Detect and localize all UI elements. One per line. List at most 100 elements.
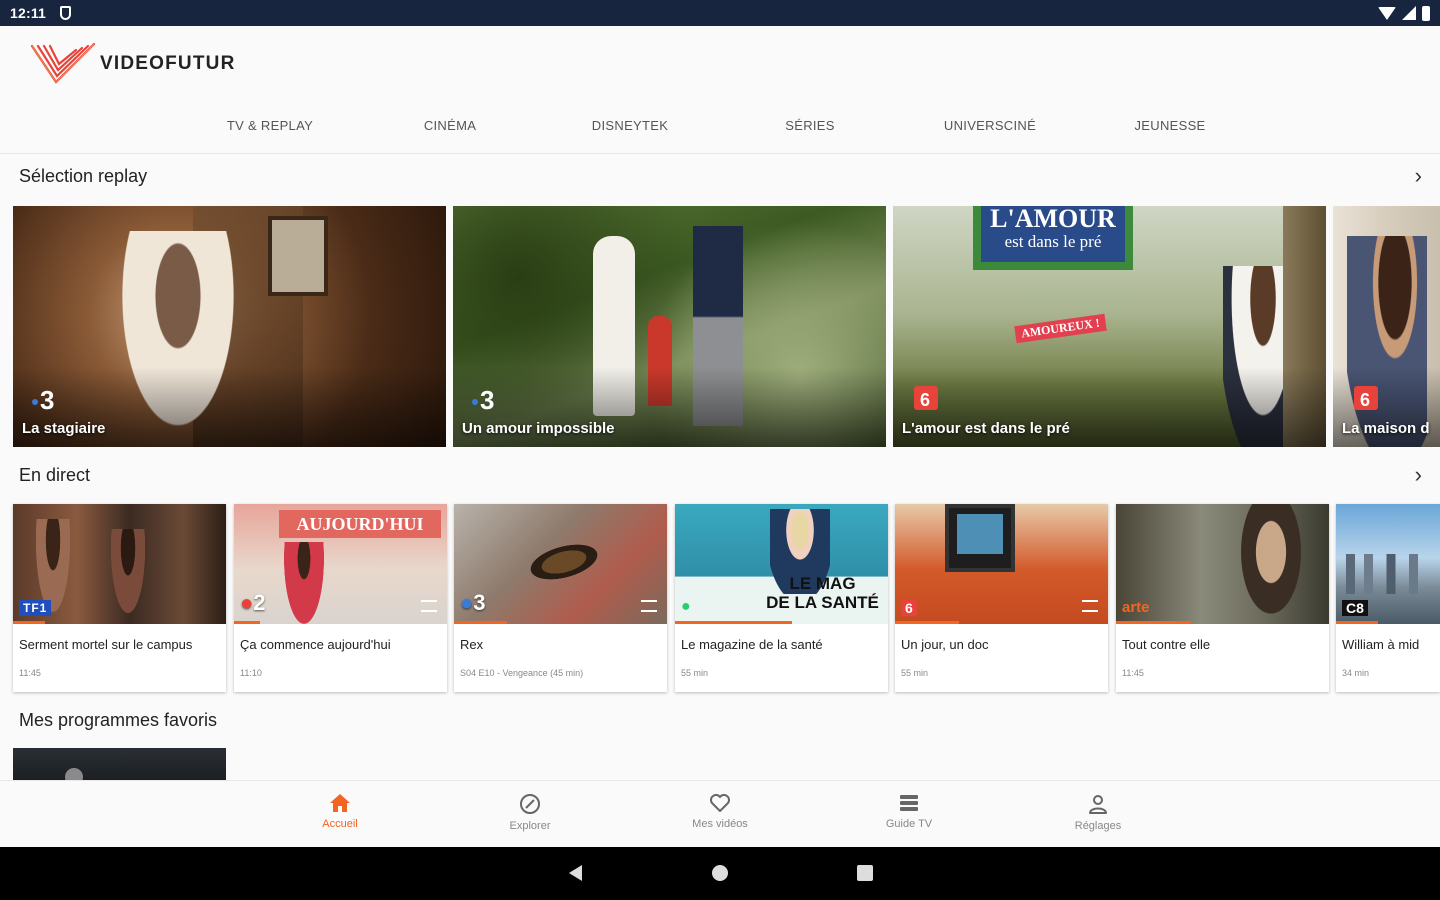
live-subtitle: 34 min xyxy=(1342,668,1370,678)
live-progress-bar xyxy=(1336,621,1378,624)
replay-card[interactable]: 3 La stagiaire xyxy=(13,206,446,447)
recents-icon[interactable] xyxy=(856,863,874,883)
wifi-icon xyxy=(1378,6,1396,20)
heart-icon xyxy=(710,794,730,812)
poster-tagline: AMOUREUX ! xyxy=(1014,313,1107,344)
live-progress-bar xyxy=(13,621,45,624)
svg-text:3: 3 xyxy=(40,385,54,413)
live-title: Le magazine de la santé xyxy=(681,637,823,652)
live-title: Rex xyxy=(460,637,484,652)
svg-text:6: 6 xyxy=(920,390,930,410)
nav-tv-replay[interactable]: TV & REPLAY xyxy=(227,118,313,133)
live-title: Tout contre elle xyxy=(1122,637,1211,652)
replay-title: L'amour est dans le pré xyxy=(902,420,1070,437)
live-card[interactable]: arte Tout contre elle 11:45 xyxy=(1116,504,1329,692)
tab-accueil[interactable]: Accueil xyxy=(280,793,400,830)
svg-text:3: 3 xyxy=(480,385,494,413)
favorite-program-card[interactable] xyxy=(13,748,226,782)
live-title: Serment mortel sur le campus xyxy=(19,637,193,652)
live-subtitle: S04 E10 - Vengeance (45 min) xyxy=(460,668,584,678)
live-card[interactable]: C8 William à mid 34 min xyxy=(1336,504,1440,692)
status-icons xyxy=(1378,5,1430,21)
live-title: William à mid xyxy=(1342,637,1420,652)
live-subtitle: 55 min xyxy=(681,668,709,678)
live-card[interactable]: TF1 Serment mortel sur le campus 11:45 xyxy=(13,504,226,692)
arte-channel-icon: arte xyxy=(1122,599,1150,616)
record-icon[interactable] xyxy=(1082,600,1098,612)
france5-channel-icon: ● xyxy=(681,598,691,615)
tab-label: Accueil xyxy=(322,818,358,830)
poster-subtitle: est dans le pré xyxy=(1004,232,1102,251)
section-title-replay: Sélection replay xyxy=(19,166,148,186)
live-subtitle: 11:45 xyxy=(19,668,41,678)
live-card[interactable]: LE MAG DE LA SANTÉ ● Le magazine de la s… xyxy=(675,504,888,692)
replay-card[interactable]: L'AMOUR est dans le pré AMOUREUX ! 6 L'a… xyxy=(893,206,1326,447)
svg-text:6: 6 xyxy=(1360,390,1370,410)
nav-series[interactable]: SÉRIES xyxy=(785,118,834,133)
m6-channel-icon: 6 xyxy=(1354,386,1378,410)
live-progress-bar xyxy=(895,621,959,624)
live-progress-bar xyxy=(234,621,260,624)
poster-line-1: LE MAG xyxy=(789,574,856,593)
replay-card[interactable]: 6 La maison d xyxy=(1333,206,1440,447)
record-icon[interactable] xyxy=(641,600,657,612)
chevron-right-icon[interactable]: › xyxy=(1415,462,1422,488)
category-nav: TV & REPLAY CINÉMA DISNEYTEK SÉRIES UNIV… xyxy=(0,118,1440,138)
poster-text: AUJOURD'HUI xyxy=(279,510,441,538)
tv-guide-icon xyxy=(900,795,918,811)
nav-jeunesse[interactable]: JEUNESSE xyxy=(1134,118,1205,133)
nav-disneytek[interactable]: DISNEYTEK xyxy=(592,118,668,133)
live-subtitle: 11:45 xyxy=(1122,668,1144,678)
app-header: VIDEOFUTUR TV & REPLAY CINÉMA DISNEYTEK … xyxy=(0,26,1440,154)
videofutur-logo-icon xyxy=(30,42,96,84)
france3-channel-icon: 3 xyxy=(32,385,54,413)
replay-card[interactable]: 3 Un amour impossible xyxy=(453,206,886,447)
system-nav-bar xyxy=(0,847,1440,900)
france2-channel-icon: ●2 xyxy=(240,590,266,615)
tab-mes-videos[interactable]: Mes vidéos xyxy=(660,793,780,830)
live-progress-bar xyxy=(1116,621,1191,624)
live-title: Ça commence aujourd'hui xyxy=(240,637,391,652)
live-subtitle: 11:10 xyxy=(240,668,262,678)
replay-title: La maison d xyxy=(1342,420,1430,437)
live-card[interactable]: 6 Un jour, un doc 55 min xyxy=(895,504,1108,692)
france3-channel-icon: ●3 xyxy=(460,590,486,615)
tab-explorer[interactable]: Explorer xyxy=(470,793,590,832)
france3-channel-icon: 3 xyxy=(472,385,494,413)
nav-universcine[interactable]: UNIVERSCINÉ xyxy=(944,118,1036,133)
user-icon xyxy=(1089,795,1107,814)
status-time: 12:11 xyxy=(10,5,47,21)
live-card[interactable]: AUJOURD'HUI ●2 Ça commence aujourd'hui 1… xyxy=(234,504,447,692)
section-title-favorites: Mes programmes favoris xyxy=(19,710,218,730)
tab-label: Explorer xyxy=(509,820,551,832)
brand-name: VIDEOFUTUR xyxy=(100,53,236,74)
m6-channel-icon: 6 xyxy=(914,386,938,410)
section-title-live: En direct xyxy=(19,465,91,485)
status-bar: 12:11 xyxy=(0,0,1440,26)
tab-label: Réglages xyxy=(1074,820,1122,832)
live-card[interactable]: ●3 Rex S04 E10 - Vengeance (45 min) xyxy=(454,504,667,692)
tab-label: Guide TV xyxy=(885,818,933,830)
c8-channel-icon: C8 xyxy=(1342,600,1368,616)
tf1-channel-icon: TF1 xyxy=(19,600,52,616)
live-progress-bar xyxy=(675,621,793,624)
record-icon[interactable] xyxy=(421,600,437,612)
live-subtitle: 55 min xyxy=(901,668,929,678)
tab-reglages[interactable]: Réglages xyxy=(1038,793,1158,832)
home-button-icon[interactable] xyxy=(711,863,729,883)
compass-icon xyxy=(520,794,540,814)
brand-logo[interactable]: VIDEOFUTUR xyxy=(30,42,236,86)
nav-cinema[interactable]: CINÉMA xyxy=(424,118,476,133)
back-icon[interactable] xyxy=(566,863,584,883)
tab-label: Mes vidéos xyxy=(692,818,748,830)
chevron-right-icon[interactable]: › xyxy=(1415,163,1422,189)
poster-line-2: DE LA SANTÉ xyxy=(766,593,879,612)
signal-icon xyxy=(1402,6,1416,20)
home-icon xyxy=(330,794,350,812)
live-title: Un jour, un doc xyxy=(901,637,989,652)
live-progress-bar xyxy=(454,621,508,624)
replay-title: Un amour impossible xyxy=(462,420,615,437)
poster-title: L'AMOUR xyxy=(990,206,1116,233)
tab-guide-tv[interactable]: Guide TV xyxy=(849,793,969,830)
battery-icon xyxy=(1422,5,1430,21)
